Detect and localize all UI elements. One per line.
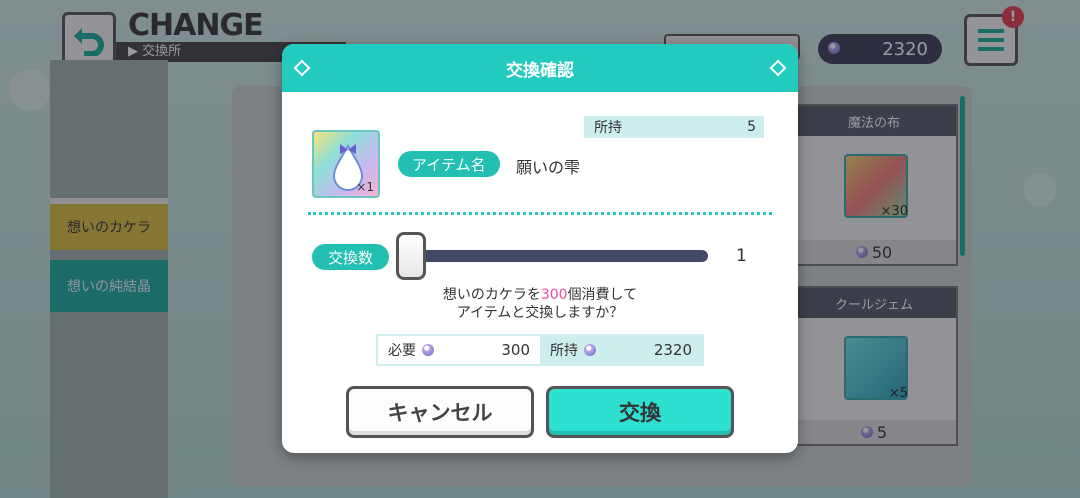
- confirm-message: 想いのカケラを300個消費して アイテムと交換しますか？: [282, 286, 798, 322]
- diamond-icon: [769, 59, 787, 77]
- owned-currency: 所持 2320: [540, 336, 702, 364]
- divider: [308, 212, 772, 215]
- confirm-message-line1: 想いのカケラを300個消費して: [282, 286, 798, 304]
- crystal-gem-icon: [422, 344, 434, 356]
- required-value: 300: [501, 341, 530, 359]
- owned-currency-value: 2320: [653, 341, 692, 359]
- cancel-button[interactable]: キャンセル: [346, 386, 534, 438]
- item-thumb-count: ×1: [356, 180, 374, 194]
- message-part: 個消費して: [567, 287, 638, 303]
- owned-currency-label: 所持: [550, 343, 578, 359]
- item-name-label: アイテム名: [398, 151, 500, 177]
- quantity-slider-handle[interactable]: [396, 232, 426, 280]
- owned-count: 所持 5: [584, 116, 764, 138]
- quantity-value: 1: [736, 246, 747, 266]
- dialog-header: 交換確認: [282, 44, 798, 92]
- message-cost: 300: [540, 287, 568, 303]
- confirm-message-line2: アイテムと交換しますか？: [456, 305, 624, 321]
- item-name: 願いの雫: [516, 158, 581, 177]
- quantity-label: 交換数: [312, 244, 390, 270]
- dialog-title: 交換確認: [506, 60, 574, 81]
- owned-label: 所持: [594, 120, 622, 136]
- required-label: 必要: [388, 343, 416, 359]
- exchange-confirm-dialog: 交換確認 ×1 所持 5 アイテム名 願いの雫 交換数 1 想いのカケラを300…: [282, 44, 798, 453]
- crystal-gem-icon: [584, 344, 596, 356]
- cost-summary: 必要 300 所持 2320: [376, 334, 704, 366]
- required-cost: 必要 300: [378, 336, 540, 364]
- item-thumbnail: ×1: [312, 130, 380, 198]
- diamond-icon: [293, 59, 311, 77]
- message-part: 想いのカケラを: [442, 287, 541, 303]
- exchange-button[interactable]: 交換: [546, 386, 734, 438]
- quantity-slider[interactable]: [398, 250, 708, 262]
- owned-value: 5: [747, 119, 756, 135]
